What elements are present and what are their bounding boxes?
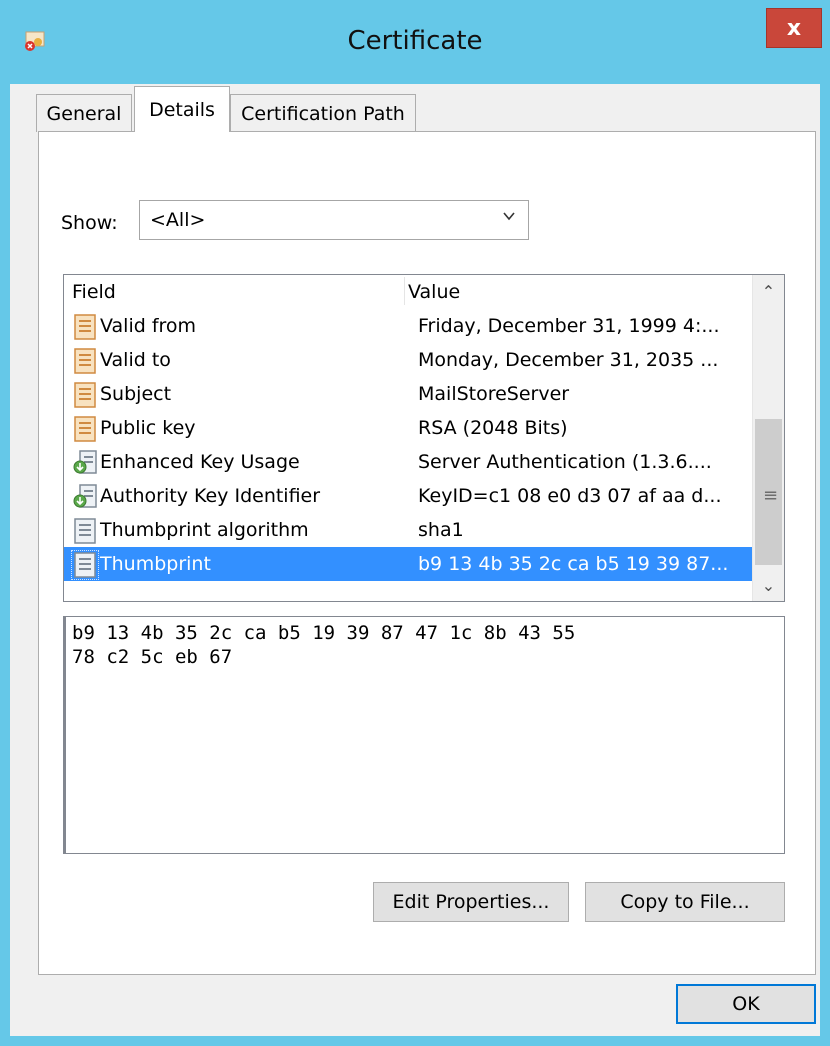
tab-certification-path[interactable]: Certification Path xyxy=(230,94,416,132)
details-tab-panel: Show: <All> Field Value Valid from Friday… xyxy=(38,131,816,975)
list-row[interactable]: Valid to Monday, December 31, 2035 ... xyxy=(64,343,752,377)
row-field-name: Enhanced Key Usage xyxy=(100,451,300,473)
row-field-name: Thumbprint algorithm xyxy=(100,519,309,541)
column-divider[interactable] xyxy=(404,277,405,305)
row-field-value: MailStoreServer xyxy=(418,383,570,405)
dialog-client-area: General Details Certification Path Show:… xyxy=(10,84,820,1036)
extension-download-icon xyxy=(72,449,98,477)
tab-general[interactable]: General xyxy=(36,94,132,132)
row-field-value: KeyID=c1 08 e0 d3 07 af aa d... xyxy=(418,485,722,507)
show-dropdown-value: <All> xyxy=(150,209,206,231)
extension-download-icon xyxy=(72,483,98,511)
row-field-name: Valid to xyxy=(100,349,171,371)
property-icon xyxy=(71,550,99,580)
window-title: Certificate xyxy=(347,26,483,56)
show-dropdown[interactable]: <All> xyxy=(139,200,529,240)
certificate-field-icon xyxy=(72,313,98,341)
title-bar[interactable]: Certificate x xyxy=(0,0,830,84)
chevron-down-icon xyxy=(503,212,515,221)
list-row[interactable]: Thumbprint algorithm sha1 xyxy=(64,513,752,547)
scroll-up-icon[interactable]: ⌃ xyxy=(753,275,784,307)
row-field-value: Friday, December 31, 1999 4:... xyxy=(418,315,720,337)
scroll-down-icon[interactable]: ⌄ xyxy=(753,569,784,601)
list-row[interactable]: Valid from Friday, December 31, 1999 4:..… xyxy=(64,309,752,343)
certificate-field-icon xyxy=(72,381,98,409)
row-field-value: sha1 xyxy=(418,519,464,541)
row-field-name: Valid from xyxy=(100,315,197,337)
list-row[interactable]: Enhanced Key Usage Server Authentication … xyxy=(64,445,752,479)
row-field-value: RSA (2048 Bits) xyxy=(418,417,568,439)
scrollbar-thumb[interactable]: ≡ xyxy=(755,419,782,565)
list-row[interactable]: Public key RSA (2048 Bits) xyxy=(64,411,752,445)
close-button[interactable]: x xyxy=(766,8,822,48)
list-row[interactable]: Thumbprint b9 13 4b 35 2c ca b5 19 39 87.… xyxy=(64,547,752,581)
copy-to-file-button[interactable]: Copy to File... xyxy=(585,882,785,922)
column-header-value[interactable]: Value xyxy=(408,281,460,303)
certificate-field-icon xyxy=(72,347,98,375)
tab-details[interactable]: Details xyxy=(134,86,230,132)
list-row[interactable]: Subject MailStoreServer xyxy=(64,377,752,411)
row-field-name: Public key xyxy=(100,417,196,439)
property-icon xyxy=(72,517,98,545)
field-value-textbox[interactable]: b9 13 4b 35 2c ca b5 19 39 87 47 1c 8b 4… xyxy=(63,616,785,854)
row-field-value: b9 13 4b 35 2c ca b5 19 39 87... xyxy=(418,553,729,575)
list-row[interactable]: Authority Key Identifier KeyID=c1 08 e0 d… xyxy=(64,479,752,513)
show-label: Show: xyxy=(61,212,118,234)
field-value-text: b9 13 4b 35 2c ca b5 19 39 87 47 1c 8b 4… xyxy=(72,622,576,668)
grip-icon: ≡ xyxy=(763,485,779,506)
certificate-fields-list[interactable]: Field Value Valid from Friday, December 3… xyxy=(63,274,785,602)
column-header-field[interactable]: Field xyxy=(72,281,116,303)
list-rows: Valid from Friday, December 31, 1999 4:..… xyxy=(64,309,752,581)
vertical-scrollbar[interactable]: ⌃ ≡ ⌄ xyxy=(752,275,784,601)
certificate-field-icon xyxy=(72,415,98,443)
ok-button[interactable]: OK xyxy=(676,984,816,1024)
row-field-value: Server Authentication (1.3.6.... xyxy=(418,451,712,473)
row-field-name: Authority Key Identifier xyxy=(100,485,321,507)
row-field-name: Thumbprint xyxy=(100,553,211,575)
edit-properties-button[interactable]: Edit Properties... xyxy=(373,882,569,922)
row-field-value: Monday, December 31, 2035 ... xyxy=(418,349,719,371)
list-header: Field Value xyxy=(64,275,752,307)
row-field-name: Subject xyxy=(100,383,172,405)
